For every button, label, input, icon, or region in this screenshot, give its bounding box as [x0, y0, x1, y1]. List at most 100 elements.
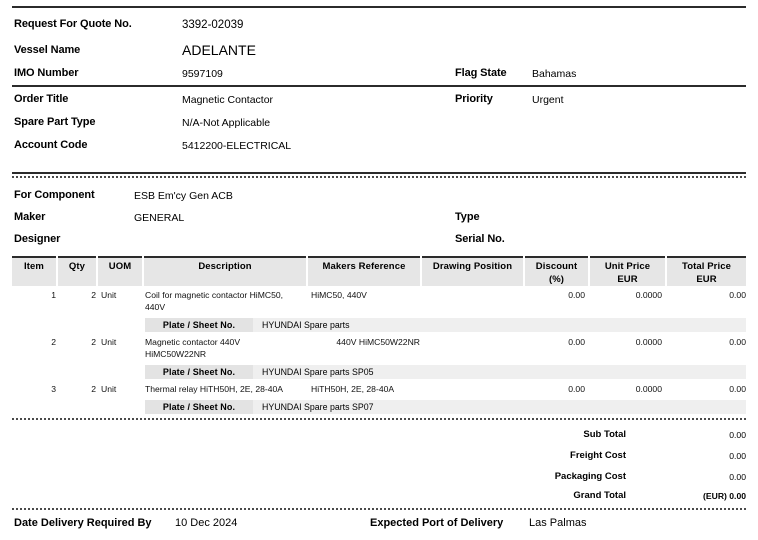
cell-description: Thermal relay HiTH50H, 2E, 28-40A	[145, 384, 284, 394]
priority-value: Urgent	[532, 94, 564, 106]
vessel-name-label: Vessel Name	[14, 44, 81, 56]
plate-sheet-no-value: HYUNDAI Spare parts SP05	[262, 367, 374, 377]
field-designer: Designer Serial No.	[0, 233, 758, 251]
column-header-uom-line1: UOM	[108, 261, 132, 272]
serial-no-label: Serial No.	[455, 233, 505, 245]
spare-part-type-label: Spare Part Type	[14, 116, 96, 128]
column-header-description-line1: Description	[198, 261, 252, 272]
column-header-total-price-line2: EUR	[696, 273, 717, 285]
totals-top-divider	[12, 418, 746, 420]
maker-value: GENERAL	[134, 212, 185, 224]
packaging-cost-value: 0.00	[729, 472, 746, 482]
packaging-cost-label: Packaging Cost	[554, 471, 626, 482]
maker-label: Maker	[14, 211, 46, 223]
cell-total-price: 0.00	[729, 384, 746, 394]
imo-number-value: 9597109	[182, 68, 223, 80]
date-delivery-required-by-value: 10 Dec 2024	[175, 517, 238, 529]
for-component-label: For Component	[14, 189, 95, 201]
plate-sheet-no-label: Plate / Sheet No.	[145, 400, 253, 414]
column-header-qty-line1: Qty	[68, 261, 86, 272]
cell-item: 2	[51, 337, 56, 347]
designer-label: Designer	[14, 233, 61, 245]
order-title-value: Magnetic Contactor	[182, 94, 274, 106]
cell-makers-reference: 440V HiMC50W22NR	[336, 337, 420, 347]
field-vessel-name: Vessel Name ADELANTE	[0, 42, 758, 60]
column-header-makers-reference: Makers Reference	[308, 256, 420, 286]
date-delivery-required-by-label: Date Delivery Required By	[14, 517, 152, 529]
cell-qty: 2	[91, 337, 96, 347]
spare-part-type-value: N/A-Not Applicable	[182, 117, 271, 129]
column-header-item: Item	[12, 256, 56, 286]
flag-state-value: Bahamas	[532, 68, 577, 80]
type-label: Type	[455, 211, 480, 223]
cell-uom: Unit	[101, 384, 117, 394]
field-spare-part-type: Spare Part Type N/A-Not Applicable	[0, 116, 758, 134]
column-header-makers-reference-line1: Makers Reference	[322, 261, 406, 272]
sub-total-label: Sub Total	[583, 429, 626, 440]
freight-cost-label: Freight Cost	[570, 450, 626, 461]
rfq-document: Request For Quote No. 3392-02039 Vessel …	[0, 0, 758, 540]
cell-description: Coil for magnetic contactor HiMC50, 440V	[145, 290, 284, 312]
sub-total-value: 0.00	[729, 430, 746, 440]
header-divider	[12, 85, 746, 87]
cell-discount: 0.00	[568, 337, 585, 347]
plate-sheet-no-label: Plate / Sheet No.	[145, 365, 253, 379]
top-divider	[12, 6, 746, 8]
expected-port-of-delivery-value: Las Palmas	[529, 517, 587, 529]
cell-qty: 2	[91, 290, 96, 300]
column-header-qty: Qty	[58, 256, 96, 286]
grand-total-label: Grand Total	[573, 490, 626, 501]
vessel-name-value: ADELANTE	[182, 42, 256, 58]
column-header-unit-price-line2: EUR	[617, 273, 638, 285]
cell-item: 3	[51, 384, 56, 394]
plate-sheet-no-value: HYUNDAI Spare parts SP07	[262, 402, 374, 412]
column-header-description: Description	[144, 256, 306, 286]
column-header-discount-line1: Discount	[535, 261, 578, 272]
column-header-item-line1: Item	[24, 261, 44, 272]
account-code-value: 5412200-ELECTRICAL	[182, 140, 292, 152]
request-for-quote-no-label: Request For Quote No.	[14, 18, 132, 30]
plate-sheet-no-value: HYUNDAI Spare parts	[262, 320, 350, 330]
column-header-uom: UOM	[98, 256, 142, 286]
column-header-total-price: Total Price EUR	[667, 256, 746, 286]
account-code-label: Account Code	[14, 139, 88, 151]
column-header-discount: Discount (%)	[525, 256, 588, 286]
line-items-table-header: Item Qty UOM Description Makers Referenc…	[0, 256, 758, 286]
grand-total-value: (EUR) 0.00	[703, 491, 746, 501]
cell-qty: 2	[91, 384, 96, 394]
order-title-label: Order Title	[14, 93, 69, 105]
column-header-drawing-position-line1: Drawing Position	[432, 261, 513, 272]
field-order-title: Order Title Magnetic Contactor Priority …	[0, 93, 758, 111]
cell-item: 1	[51, 290, 56, 300]
field-imo-number: IMO Number 9597109 Flag State Bahamas	[0, 67, 758, 85]
cell-total-price: 0.00	[729, 337, 746, 347]
imo-number-label: IMO Number	[14, 67, 79, 79]
freight-cost-value: 0.00	[729, 451, 746, 461]
cell-discount: 0.00	[568, 290, 585, 300]
plate-sheet-no-label: Plate / Sheet No.	[145, 318, 253, 332]
column-header-total-price-line1: Total Price	[682, 261, 731, 272]
column-header-unit-price: Unit Price EUR	[590, 256, 665, 286]
for-component-value: ESB Em'cy Gen ACB	[134, 190, 233, 202]
column-header-unit-price-line1: Unit Price	[604, 261, 651, 272]
request-for-quote-no-value: 3392-02039	[182, 19, 244, 31]
column-header-drawing-position: Drawing Position	[422, 256, 523, 286]
field-account-code: Account Code 5412200-ELECTRICAL	[0, 139, 758, 157]
priority-label: Priority	[455, 93, 493, 105]
cell-description: Magnetic contactor 440V HiMC50W22NR	[145, 337, 241, 359]
field-for-component: For Component ESB Em'cy Gen ACB	[0, 189, 758, 207]
expected-port-of-delivery-label: Expected Port of Delivery	[370, 517, 504, 529]
cell-uom: Unit	[101, 337, 117, 347]
component-top-divider	[12, 172, 746, 174]
cell-unit-price: 0.0000	[635, 290, 662, 300]
field-request-for-quote-no: Request For Quote No. 3392-02039	[0, 18, 758, 36]
cell-discount: 0.00	[568, 384, 585, 394]
cell-unit-price: 0.0000	[635, 384, 662, 394]
cell-makers-reference: HiTH50H, 2E, 28-40A	[311, 384, 395, 394]
field-maker: Maker GENERAL Type	[0, 211, 758, 229]
cell-total-price: 0.00	[729, 290, 746, 300]
cell-unit-price: 0.0000	[635, 337, 662, 347]
cell-makers-reference: HiMC50, 440V	[311, 290, 367, 300]
cell-uom: Unit	[101, 290, 117, 300]
component-top-dotted-divider	[12, 176, 746, 178]
